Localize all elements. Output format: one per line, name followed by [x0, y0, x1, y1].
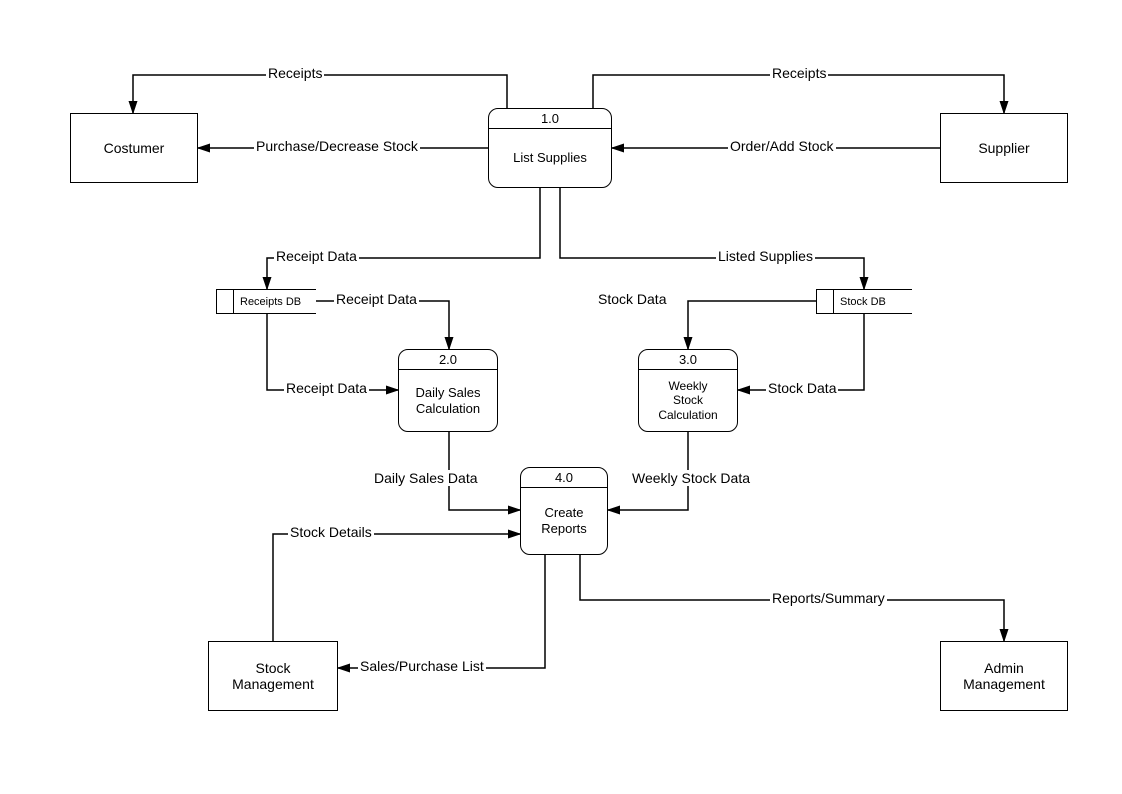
flow-listed-supplies: Listed Supplies: [716, 248, 815, 264]
dfd-diagram: Costumer Supplier Stock Management Admin…: [0, 0, 1122, 794]
flow-receipt-data-down: Receipt Data: [274, 248, 359, 264]
process-2-name: Daily Sales Calculation: [399, 370, 497, 431]
flow-sales-purchase-list: Sales/Purchase List: [358, 658, 486, 674]
process-2-id: 2.0: [399, 350, 497, 370]
entity-supplier: Supplier: [940, 113, 1068, 183]
flow-daily-sales-data: Daily Sales Data: [372, 470, 480, 486]
flow-reports-summary: Reports/Summary: [770, 590, 887, 606]
datastore-stock-db: Stock DB: [816, 289, 912, 314]
datastore-stock-label: Stock DB: [834, 290, 912, 313]
flow-receipts-supplier: Receipts: [770, 65, 828, 81]
flow-purchase-decrease: Purchase/Decrease Stock: [254, 138, 420, 154]
entity-stock-management: Stock Management: [208, 641, 338, 711]
datastore-receipts-db: Receipts DB: [216, 289, 316, 314]
process-daily-sales: 2.0 Daily Sales Calculation: [398, 349, 498, 432]
entity-customer: Costumer: [70, 113, 198, 183]
flow-weekly-stock-data: Weekly Stock Data: [630, 470, 752, 486]
flow-receipt-data-right: Receipt Data: [334, 291, 419, 307]
flow-receipt-data-to-p2: Receipt Data: [284, 380, 369, 396]
flow-order-add-stock: Order/Add Stock: [728, 138, 836, 154]
flow-stock-details: Stock Details: [288, 524, 374, 540]
datastore-receipts-label: Receipts DB: [234, 290, 316, 313]
process-create-reports: 4.0 Create Reports: [520, 467, 608, 555]
process-3-id: 3.0: [639, 350, 737, 370]
process-list-supplies: 1.0 List Supplies: [488, 108, 612, 188]
process-1-id: 1.0: [489, 109, 611, 129]
process-4-name: Create Reports: [521, 488, 607, 554]
flow-stock-data-left: Stock Data: [596, 291, 668, 307]
process-3-name: Weekly Stock Calculation: [639, 370, 737, 431]
flow-stock-data-to-p3: Stock Data: [766, 380, 838, 396]
entity-admin-management: Admin Management: [940, 641, 1068, 711]
datastore-stock-id: [816, 290, 834, 313]
entity-customer-label: Costumer: [104, 140, 165, 156]
process-weekly-stock: 3.0 Weekly Stock Calculation: [638, 349, 738, 432]
entity-admin-management-label: Admin Management: [963, 660, 1045, 692]
process-1-name: List Supplies: [489, 129, 611, 187]
entity-stock-management-label: Stock Management: [232, 660, 314, 692]
entity-supplier-label: Supplier: [978, 140, 1029, 156]
process-4-id: 4.0: [521, 468, 607, 488]
datastore-receipts-id: [216, 290, 234, 313]
flow-receipts-customer: Receipts: [266, 65, 324, 81]
